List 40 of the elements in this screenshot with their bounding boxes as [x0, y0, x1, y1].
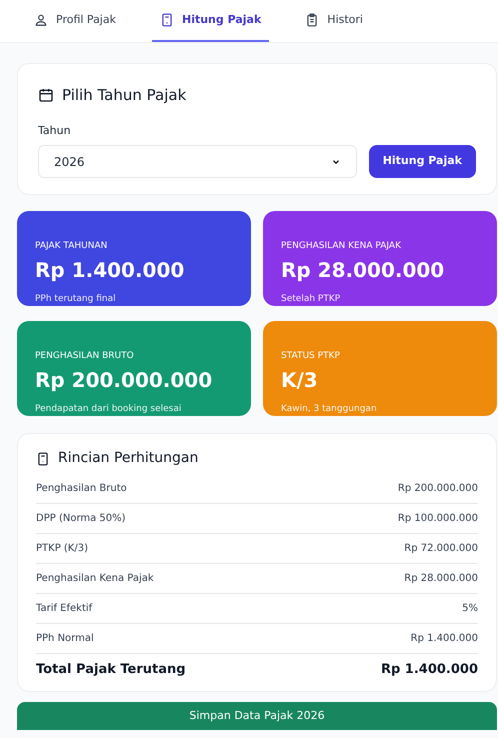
- stat-value: Rp 1.400.000: [35, 256, 186, 284]
- row-value: Rp 1.400.000: [410, 632, 478, 646]
- stat-note: Pendapatan dari booking selesai: [35, 402, 182, 416]
- row-label: Total Pajak Terutang: [36, 660, 186, 679]
- row-label: DPP (Norma 50%): [36, 512, 126, 526]
- card-title: Rincian Perhitungan: [58, 449, 198, 468]
- stat-label: STATUS PTKP: [281, 350, 340, 363]
- tab[interactable]: Profil Pajak: [26, 0, 124, 42]
- stat-label: PAJAK TAHUNAN: [35, 240, 108, 253]
- stat-label: PENGHASILAN BRUTO: [35, 350, 134, 363]
- stat-note: Setelah PTKP: [281, 292, 340, 306]
- row-label: Tarif Efektif: [36, 602, 92, 616]
- card-title: Pilih Tahun Pajak: [62, 85, 186, 106]
- stat-value: Rp 28.000.000: [281, 256, 446, 284]
- row-value: Rp 72.000.000: [404, 542, 478, 556]
- calculator-icon: [36, 452, 50, 466]
- row-value: Rp 100.000.000: [398, 512, 478, 526]
- row-label: PTKP (K/3): [36, 542, 88, 556]
- row-label: PPh Normal: [36, 632, 94, 646]
- stat-note: PPh terutang final: [35, 292, 116, 306]
- stat-value: Rp 200.000.000: [35, 366, 214, 394]
- row-value: 5%: [462, 602, 478, 616]
- stat-note: Kawin, 3 tanggungan: [281, 402, 377, 416]
- calculator-icon: [160, 13, 174, 27]
- clipboard-icon: [305, 13, 320, 27]
- row-value: Rp 200.000.000: [398, 482, 478, 496]
- tab[interactable]: Histori: [297, 0, 371, 42]
- user-icon: [34, 13, 48, 27]
- field-label: Tahun: [38, 122, 71, 138]
- calendar-icon: [38, 87, 54, 104]
- row-value: Rp 1.400.000: [380, 660, 478, 679]
- save-button[interactable]: Simpan Data Pajak 2026: [17, 702, 497, 730]
- tab[interactable]: Hitung Pajak: [152, 0, 270, 42]
- calculate-button[interactable]: Hitung Pajak: [368, 145, 476, 178]
- row-label: Penghasilan Bruto: [36, 482, 127, 496]
- stat-value: K/3: [281, 366, 319, 394]
- row-label: Penghasilan Kena Pajak: [36, 572, 154, 586]
- year-select[interactable]: 2026: [38, 145, 357, 178]
- row-value: Rp 28.000.000: [404, 572, 478, 586]
- stat-label: PENGHASILAN KENA PAJAK: [281, 240, 401, 253]
